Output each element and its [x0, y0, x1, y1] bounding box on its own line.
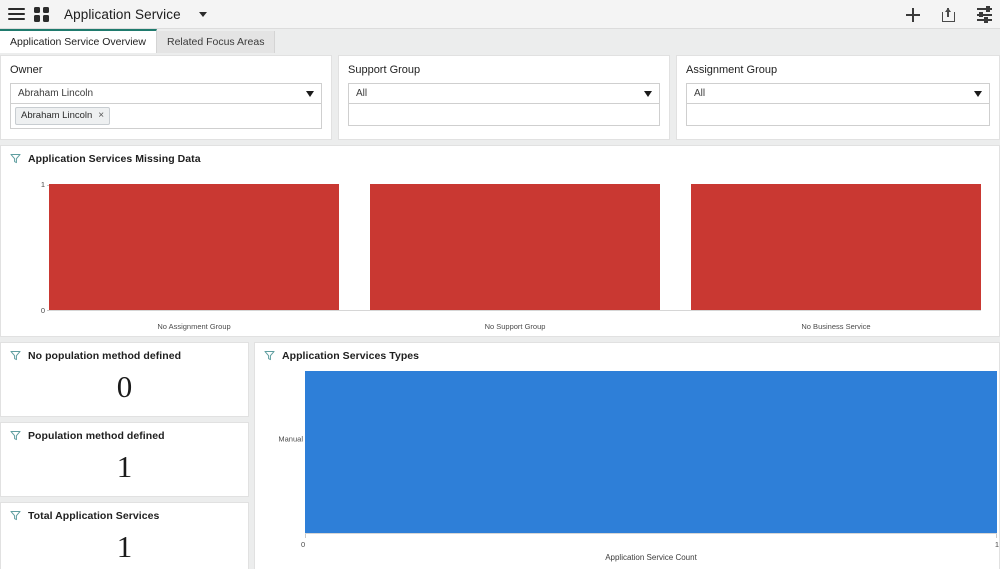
bar-no-business-service[interactable]	[691, 184, 981, 311]
kpi-value: 1	[1, 529, 248, 565]
support-group-select[interactable]: All	[348, 83, 660, 104]
x-axis-line	[305, 533, 997, 534]
sliders-icon[interactable]	[977, 8, 992, 21]
close-icon[interactable]: ×	[98, 111, 104, 121]
y-axis-tick-top: 1	[31, 180, 45, 189]
tick-mark	[996, 534, 997, 538]
kpi-value: 0	[1, 369, 248, 405]
chip-label: Abraham Lincoln	[21, 110, 92, 121]
bar-no-assignment-group[interactable]	[49, 184, 339, 311]
bar-no-support-group[interactable]	[370, 184, 660, 311]
missing-data-plot-area	[49, 184, 981, 311]
top-navigation-bar: Application Service	[0, 0, 1000, 29]
bar-manual[interactable]	[305, 371, 997, 533]
owner-select[interactable]: Abraham Lincoln	[10, 83, 322, 104]
grid-icon[interactable]	[34, 7, 49, 22]
panel-application-services-types: Application Services Types Manual 0 1 Ap…	[254, 342, 1000, 569]
funnel-icon[interactable]	[10, 350, 21, 361]
assignment-group-chip-container	[686, 104, 990, 126]
x-axis-tick-label: No Business Service	[691, 322, 981, 331]
kpi-column: No population method defined 0 Populatio…	[0, 342, 249, 569]
funnel-icon[interactable]	[264, 350, 275, 361]
types-chart: Manual 0 1 Application Service Count	[255, 367, 999, 569]
panel-application-services-missing-data: Application Services Missing Data Applic…	[0, 145, 1000, 337]
lower-section: No population method defined 0 Populatio…	[0, 342, 1000, 569]
x-axis-tick-label: No Assignment Group	[49, 322, 339, 331]
filter-card-support-group: Support Group All	[338, 55, 670, 140]
types-plot-area	[305, 371, 997, 533]
kpi-no-population-method-defined[interactable]: No population method defined 0	[0, 342, 249, 417]
funnel-icon[interactable]	[10, 153, 21, 164]
x-axis-category-labels: No Assignment Group No Support Group No …	[49, 322, 981, 331]
missing-data-chart: Application Services Count 1 0 No Assign…	[1, 170, 999, 333]
tab-application-service-overview[interactable]: Application Service Overview	[0, 29, 157, 53]
tab-bar: Application Service Overview Related Foc…	[0, 29, 1000, 53]
tab-label: Related Focus Areas	[167, 36, 264, 48]
kpi-header: No population method defined	[1, 343, 248, 367]
x-axis-tick-label: No Support Group	[370, 322, 660, 331]
funnel-icon[interactable]	[10, 430, 21, 441]
owner-chip[interactable]: Abraham Lincoln ×	[15, 107, 110, 125]
assignment-group-select[interactable]: All	[686, 83, 990, 104]
filter-card-assignment-group: Assignment Group All	[676, 55, 1000, 140]
kpi-title: Total Application Services	[28, 510, 159, 522]
panel-title: Application Services Missing Data	[28, 153, 201, 165]
filter-card-owner: Owner Abraham Lincoln Abraham Lincoln ×	[0, 55, 332, 140]
kpi-title: No population method defined	[28, 350, 181, 362]
hamburger-icon[interactable]	[8, 8, 25, 21]
kpi-header: Total Application Services	[1, 503, 248, 527]
panel-header: Application Services Types	[255, 343, 999, 367]
kpi-title: Population method defined	[28, 430, 165, 442]
kpi-population-method-defined[interactable]: Population method defined 1	[0, 422, 249, 497]
filter-label-support-group: Support Group	[348, 64, 660, 76]
panel-title: Application Services Types	[282, 350, 419, 362]
owner-chip-container: Abraham Lincoln ×	[10, 104, 322, 129]
kpi-total-application-services[interactable]: Total Application Services 1	[0, 502, 249, 569]
assignment-group-select-value: All	[694, 88, 705, 99]
x-axis-tick-min: 0	[301, 540, 305, 549]
owner-select-value: Abraham Lincoln	[18, 88, 93, 99]
share-icon[interactable]	[942, 8, 955, 22]
topbar-left-group: Application Service	[8, 7, 207, 22]
plus-icon[interactable]	[906, 8, 920, 22]
kpi-header: Population method defined	[1, 423, 248, 447]
support-group-select-value: All	[356, 88, 367, 99]
kpi-value: 1	[1, 449, 248, 485]
filter-label-owner: Owner	[10, 64, 322, 76]
tab-related-focus-areas[interactable]: Related Focus Areas	[157, 31, 275, 53]
x-axis-line	[49, 310, 981, 311]
chevron-down-icon[interactable]	[199, 12, 207, 17]
chevron-down-icon	[306, 91, 314, 97]
app-title: Application Service	[64, 7, 181, 22]
x-axis-tick-max: 1	[995, 540, 999, 549]
x-axis-label: Application Service Count	[305, 553, 997, 562]
panel-header: Application Services Missing Data	[1, 146, 999, 170]
filter-label-assignment-group: Assignment Group	[686, 64, 990, 76]
y-axis-tick-label: Manual	[269, 434, 303, 443]
filter-row: Owner Abraham Lincoln Abraham Lincoln × …	[0, 53, 1000, 140]
chevron-down-icon	[644, 91, 652, 97]
topbar-right-group	[906, 0, 992, 29]
funnel-icon[interactable]	[10, 510, 21, 521]
support-group-chip-container	[348, 104, 660, 126]
tab-label: Application Service Overview	[10, 36, 146, 48]
chevron-down-icon	[974, 91, 982, 97]
y-axis-tick-bottom: 0	[31, 306, 45, 315]
tick-mark	[305, 534, 306, 538]
